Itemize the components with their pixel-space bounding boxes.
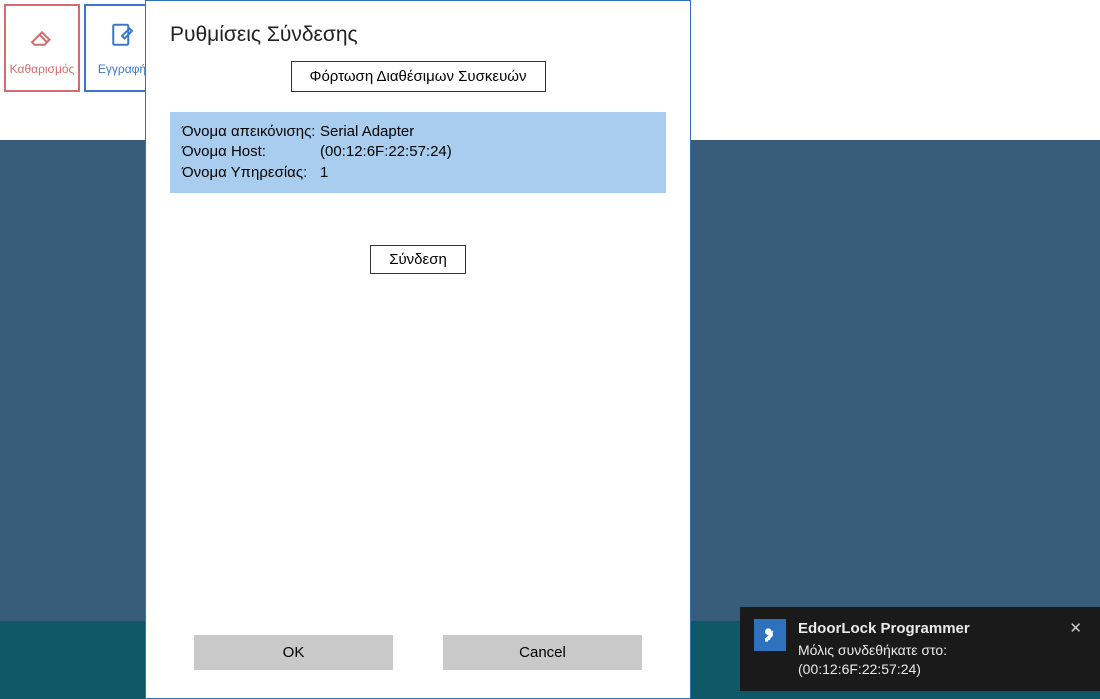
toast-close-button[interactable]: ✕ [1065,619,1086,637]
key-icon [754,619,786,651]
ok-button[interactable]: OK [194,635,393,670]
host-name-label: Όνομα Host: [182,142,320,162]
toast-line1: Μόλις συνδεθήκατε στο: [798,641,1053,660]
display-name-label: Όνομα απεικόνισης: [182,122,320,142]
clear-button[interactable]: Καθαρισμός [4,4,80,92]
dialog-title: Ρυθμίσεις Σύνδεσης [146,1,690,61]
toast-line2: (00:12:6F:22:57:24) [798,660,1053,679]
display-name-value: Serial Adapter [320,122,414,142]
connection-settings-dialog: Ρυθμίσεις Σύνδεσης Φόρτωση Διαθέσιμων Συ… [145,0,691,699]
connect-button[interactable]: Σύνδεση [370,245,466,274]
close-icon: ✕ [1069,620,1082,637]
clear-label: Καθαρισμός [10,62,75,76]
toast-title: EdoorLock Programmer [798,619,1053,639]
load-devices-button[interactable]: Φόρτωση Διαθέσιμων Συσκευών [291,61,546,92]
host-name-value: (00:12:6F:22:57:24) [320,142,452,162]
device-list-item[interactable]: Όνομα απεικόνισης: Serial Adapter Όνομα … [170,112,666,193]
service-name-value: 1 [320,163,328,183]
cancel-button[interactable]: Cancel [443,635,642,670]
pencil-page-icon [107,21,137,54]
notification-toast: EdoorLock Programmer Μόλις συνδεθήκατε σ… [740,607,1100,691]
record-label: Εγγραφή [98,62,146,76]
eraser-icon [27,21,57,54]
service-name-label: Όνομα Υπηρεσίας: [182,163,320,183]
